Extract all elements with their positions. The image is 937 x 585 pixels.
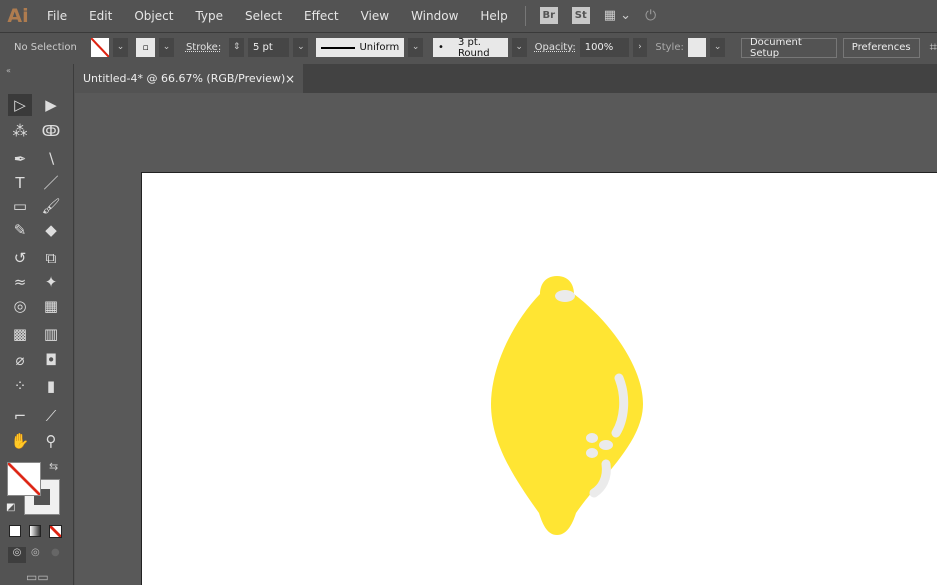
opacity-input[interactable]: 100%: [579, 38, 629, 57]
slice-tool-icon[interactable]: ⟋: [39, 405, 63, 427]
style-swatch[interactable]: [687, 38, 707, 57]
menu-help[interactable]: Help: [469, 9, 518, 23]
warp-tool-icon[interactable]: ≈: [8, 271, 32, 293]
color-mode-icon[interactable]: [9, 525, 21, 537]
draw-behind-icon[interactable]: ◎: [31, 547, 40, 558]
menu-file[interactable]: File: [36, 9, 78, 23]
profile-preview: [321, 46, 356, 49]
menu-edit[interactable]: Edit: [78, 9, 123, 23]
chevron-down-icon[interactable]: ⌄: [113, 38, 128, 57]
lasso-tool-icon[interactable]: ↂ: [39, 120, 63, 142]
transform-icon[interactable]: ⌗: [930, 40, 937, 55]
gradient-tool-icon[interactable]: ▥: [39, 323, 63, 345]
stroke-stepper[interactable]: ⇕: [229, 38, 244, 57]
shape-builder-tool-icon[interactable]: ◎: [8, 295, 32, 317]
brush-dot-icon: •: [438, 42, 444, 53]
menu-effect[interactable]: Effect: [293, 9, 350, 23]
document-tab-bar: Untitled-4* @ 66.67% (RGB/Preview) ×: [75, 64, 937, 93]
control-bar: No Selection ⌄ ▫ ⌄ Stroke: ⇕ 5 pt ⌄ Unif…: [0, 32, 937, 62]
menu-type[interactable]: Type: [184, 9, 234, 23]
document-tab-title: Untitled-4* @ 66.67% (RGB/Preview): [83, 72, 286, 85]
fill-color-box[interactable]: [7, 462, 41, 496]
paintbrush-tool-icon[interactable]: 🖌: [39, 195, 63, 217]
highlight-dot: [586, 433, 598, 443]
highlight-dot: [599, 440, 613, 450]
document-setup-button[interactable]: Document Setup: [740, 37, 837, 59]
blend-tool-icon[interactable]: ◘: [39, 349, 63, 371]
scale-tool-icon[interactable]: ⧉: [39, 247, 63, 269]
puppet-warp-tool-icon[interactable]: ✦: [39, 271, 63, 293]
workspace-layout-icon[interactable]: ▦ ⌄: [604, 8, 631, 23]
highlight-top: [555, 290, 575, 302]
collapse-panel-icon[interactable]: «: [6, 66, 11, 75]
draw-normal-icon[interactable]: ◎: [8, 547, 26, 563]
stock-icon[interactable]: St: [571, 7, 590, 24]
zoom-tool-icon[interactable]: ⚲: [39, 430, 63, 452]
curvature-tool-icon[interactable]: ∖: [39, 148, 63, 170]
stroke-label[interactable]: Stroke:: [186, 42, 221, 53]
chevron-down-icon[interactable]: ⌄: [511, 38, 527, 57]
artboard[interactable]: [141, 172, 937, 585]
app-logo: Ai: [7, 4, 29, 27]
menu-object[interactable]: Object: [123, 9, 184, 23]
artboard-tool-icon[interactable]: ⌐: [8, 405, 32, 427]
draw-inside-icon[interactable]: ●: [51, 547, 60, 558]
gpu-performance-icon[interactable]: ⏻: [645, 8, 656, 24]
shaper-tool-icon[interactable]: ✎: [8, 219, 32, 241]
screen-mode-icon[interactable]: ▭▭: [26, 570, 49, 584]
swap-colors-icon[interactable]: ⇆: [49, 460, 58, 473]
chevron-down-icon[interactable]: ⌄: [710, 38, 725, 57]
mesh-tool-icon[interactable]: ▩: [8, 323, 32, 345]
bridge-icon[interactable]: Br: [539, 7, 558, 24]
hand-tool-icon[interactable]: ✋: [8, 430, 32, 452]
fill-swatch[interactable]: [90, 38, 110, 57]
symbol-sprayer-tool-icon[interactable]: ⁘: [8, 375, 32, 397]
rectangle-tool-icon[interactable]: ▭: [8, 195, 32, 217]
tools-panel: « ▷ ▶ ⁂ ↂ ✒ ∖ T ／ ▭ 🖌 ✎ ◆ ↺ ⧉ ≈ ✦ ◎ ▦ ▩ ▥ ⌀ ◘ ⁘ ▮ ⌐ ⟋ ✋ ⚲ ⇆ ◩ ◎ ◎ ●…: [0, 64, 74, 585]
canvas-area[interactable]: [75, 93, 937, 585]
profile-label: Uniform: [359, 42, 400, 53]
pen-tool-icon[interactable]: ✒: [8, 148, 32, 170]
perspective-grid-tool-icon[interactable]: ▦: [39, 295, 63, 317]
selection-tool-icon[interactable]: ▷: [8, 94, 32, 116]
chevron-down-icon[interactable]: ⌄: [159, 38, 174, 57]
gradient-mode-icon[interactable]: [29, 525, 41, 537]
preferences-button[interactable]: Preferences: [842, 37, 920, 58]
variable-width-profile[interactable]: Uniform: [316, 38, 405, 57]
highlight-dot: [586, 448, 598, 458]
stroke-swatch[interactable]: ▫: [135, 38, 156, 57]
menu-window[interactable]: Window: [400, 9, 469, 23]
lemon-artwork[interactable]: [482, 268, 682, 548]
magic-wand-tool-icon[interactable]: ⁂: [8, 120, 32, 142]
type-tool-icon[interactable]: T: [8, 172, 32, 194]
document-tab[interactable]: Untitled-4* @ 66.67% (RGB/Preview) ×: [75, 64, 303, 93]
selection-status: No Selection: [14, 42, 77, 53]
rotate-tool-icon[interactable]: ↺: [8, 247, 32, 269]
chevron-down-icon[interactable]: ⌄: [408, 38, 424, 57]
none-mode-icon[interactable]: [49, 525, 62, 538]
direct-selection-tool-icon[interactable]: ▶: [39, 94, 63, 116]
menu-select[interactable]: Select: [234, 9, 293, 23]
close-icon[interactable]: ×: [285, 72, 295, 86]
brush-label: 3 pt. Round: [457, 36, 490, 59]
divider: [524, 5, 526, 26]
menu-view[interactable]: View: [350, 9, 400, 23]
style-label: Style:: [655, 42, 684, 53]
line-tool-icon[interactable]: ／: [39, 172, 63, 194]
opacity-label[interactable]: Opacity:: [535, 42, 576, 53]
chevron-right-icon[interactable]: ›: [632, 38, 648, 57]
menu-bar: Ai File Edit Object Type Select Effect V…: [0, 0, 937, 31]
chevron-down-icon[interactable]: ⌄: [293, 38, 309, 57]
default-colors-icon[interactable]: ◩: [6, 502, 15, 513]
eyedropper-tool-icon[interactable]: ⌀: [8, 349, 32, 371]
column-graph-tool-icon[interactable]: ▮: [39, 375, 63, 397]
stroke-weight-input[interactable]: 5 pt: [247, 38, 290, 57]
brush-definition[interactable]: • 3 pt. Round: [433, 36, 508, 59]
eraser-tool-icon[interactable]: ◆: [39, 219, 63, 241]
